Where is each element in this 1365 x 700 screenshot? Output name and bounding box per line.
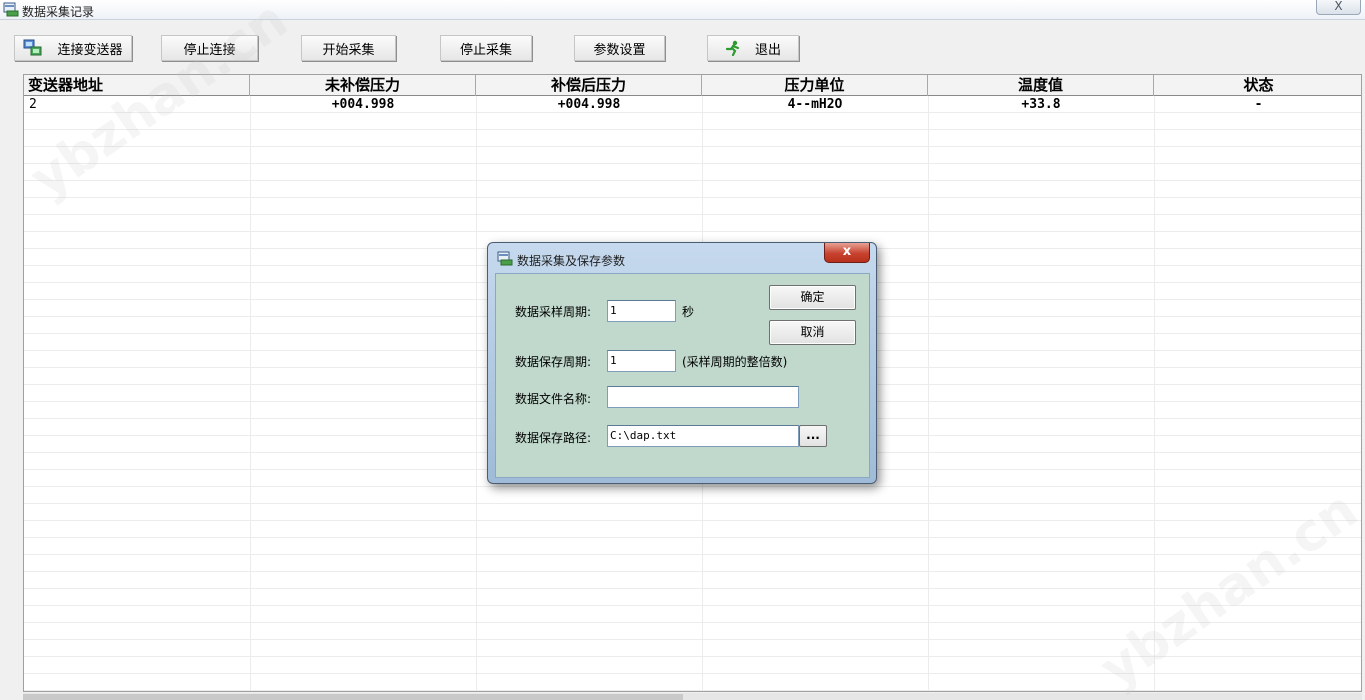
window-close-button[interactable]: X <box>1316 0 1361 15</box>
dialog-title: 数据采集及保存参数 <box>517 254 626 268</box>
column-header-pressure-unit[interactable]: 压力单位 <box>702 75 928 96</box>
dialog-body: 数据采样周期: 1 秒 确定 取消 数据保存周期: 1 (采样周期的整倍数) 数… <box>495 273 870 478</box>
sample-period-input[interactable]: 1 <box>607 300 676 322</box>
parameter-settings-button[interactable]: 参数设置 <box>574 35 665 61</box>
app-window-icon <box>3 2 19 17</box>
cell-address: 2 <box>29 97 37 112</box>
close-icon: X <box>1334 0 1343 13</box>
table-row[interactable]: 2 +004.998 +004.998 4--mH2O +33.8 - <box>24 96 1361 113</box>
stop-collection-button[interactable]: 停止采集 <box>440 35 532 61</box>
window-titlebar: 数据采集记录 X <box>0 0 1365 20</box>
connect-transmitter-button[interactable]: 连接变送器 <box>14 35 132 61</box>
close-icon: x <box>842 244 852 259</box>
parameters-dialog: 数据采集及保存参数 x 数据采样周期: 1 秒 确定 取消 数据保存周期: 1 … <box>487 242 877 484</box>
cell-compensated-pressure: +004.998 <box>557 97 621 112</box>
save-path-label: 数据保存路径: <box>515 431 592 445</box>
save-period-hint: (采样周期的整倍数) <box>682 355 788 369</box>
start-collection-label: 开始采集 <box>322 42 375 58</box>
exit-label: 退出 <box>754 42 781 58</box>
cell-uncompensated-pressure: +004.998 <box>331 97 395 112</box>
stop-connection-button[interactable]: 停止连接 <box>161 35 258 61</box>
window-title: 数据采集记录 <box>22 5 95 19</box>
stop-connection-label: 停止连接 <box>183 42 236 58</box>
exit-button[interactable]: 退出 <box>707 35 799 61</box>
cancel-button[interactable]: 取消 <box>769 320 856 345</box>
column-header-status[interactable]: 状态 <box>1154 75 1361 96</box>
parameter-settings-label: 参数设置 <box>593 42 646 58</box>
network-connect-icon <box>23 39 42 56</box>
sample-period-label: 数据采样周期: <box>515 305 592 319</box>
toolbar: 连接变送器 停止连接 开始采集 停止采集 参数设置 退出 <box>0 21 1365 73</box>
running-man-exit-icon <box>725 40 740 56</box>
save-period-input[interactable]: 1 <box>607 350 676 372</box>
cell-temperature: +33.8 <box>1021 97 1061 112</box>
scrollbar-thumb[interactable] <box>23 694 683 700</box>
app-window-icon <box>497 251 513 266</box>
connect-transmitter-label: 连接变送器 <box>57 42 123 58</box>
file-name-label: 数据文件名称: <box>515 392 592 406</box>
start-collection-button[interactable]: 开始采集 <box>301 35 396 61</box>
horizontal-scrollbar[interactable] <box>23 693 1362 700</box>
grid-header: 变送器地址 未补偿压力 补偿后压力 压力单位 温度值 状态 <box>24 75 1361 96</box>
cell-pressure-unit: 4--mH2O <box>787 97 843 112</box>
stop-collection-label: 停止采集 <box>459 42 512 58</box>
save-period-label: 数据保存周期: <box>515 355 592 369</box>
ok-button[interactable]: 确定 <box>769 285 856 310</box>
column-header-temperature[interactable]: 温度值 <box>928 75 1154 96</box>
cell-status: - <box>1254 97 1263 112</box>
column-header-uncompensated-pressure[interactable]: 未补偿压力 <box>250 75 476 96</box>
sample-period-unit: 秒 <box>682 305 695 319</box>
save-path-input[interactable]: C:\dap.txt <box>607 425 799 447</box>
column-header-address[interactable]: 变送器地址 <box>24 75 250 96</box>
browse-button[interactable]: ... <box>799 425 827 447</box>
dialog-close-button[interactable]: x <box>824 243 870 263</box>
column-header-compensated-pressure[interactable]: 补偿后压力 <box>476 75 702 96</box>
file-name-input[interactable] <box>607 386 799 408</box>
